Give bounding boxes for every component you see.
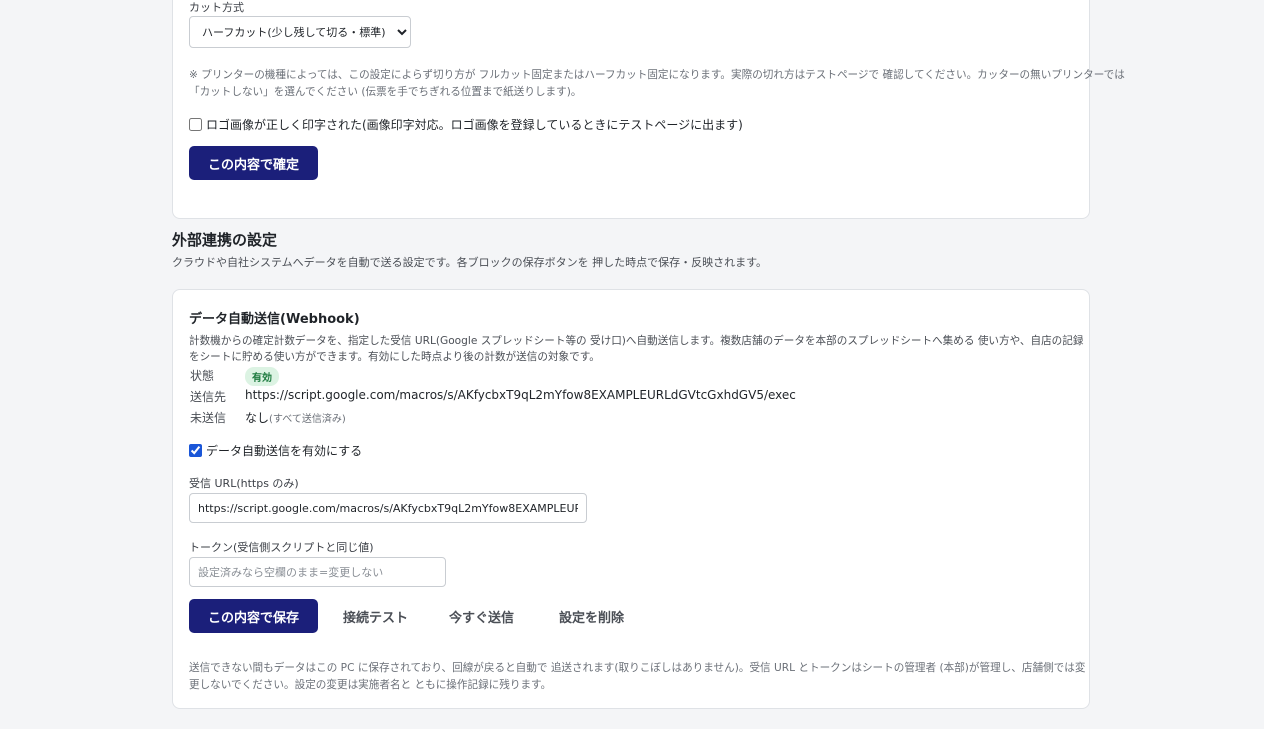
webhook-description-line-2: をシートに貯める使い方ができます。有効にした時点より後の計数が送信の対象です。: [189, 351, 600, 363]
printer-settings-card: カット方式 ハーフカット(少し残して切る・標準) ※ プリンターの機種によっては…: [172, 0, 1125, 219]
webhook-footer-line-2: 更しないでください。設定の変更は実施者名と ともに操作記録に残ります。: [189, 679, 552, 691]
destination-key: 送信先: [190, 390, 227, 404]
enable-webhook-checkbox-row[interactable]: データ自動送信を有効にする: [189, 442, 362, 459]
status-badge: 有効: [245, 367, 279, 386]
external-settings-description: クラウドや自社システムへデータを自動で送る設定です。各ブロックの保存ボタンを 押…: [172, 256, 767, 269]
token-input[interactable]: [189, 557, 446, 587]
cut-method-note: ※ プリンターの機種によっては、この設定によらず切り方が フルカット固定またはハ…: [189, 67, 1125, 101]
logo-printed-checkbox-row[interactable]: ロゴ画像が正しく印字された(画像印字対応。ロゴ画像を登録しているときにテストペー…: [189, 116, 743, 133]
token-label: トークン(受信側スクリプトと同じ値): [189, 541, 374, 554]
confirm-button[interactable]: この内容で確定: [189, 146, 318, 180]
connection-test-button[interactable]: 接続テスト: [343, 599, 408, 633]
unsent-sub: (すべて送信済み): [269, 414, 346, 425]
save-button[interactable]: この内容で保存: [189, 599, 318, 633]
unsent-value: なし: [245, 411, 270, 425]
enable-webhook-checkbox[interactable]: [189, 444, 202, 457]
unsent-key: 未送信: [190, 411, 227, 425]
webhook-footer-note: 送信できない間もデータはこの PC に保存されており、回線が戻ると自動で 追送さ…: [189, 660, 1086, 694]
logo-printed-label: ロゴ画像が正しく印字された(画像印字対応。ロゴ画像を登録しているときにテストペー…: [206, 118, 743, 132]
logo-printed-checkbox[interactable]: [189, 118, 202, 131]
receive-url-input[interactable]: [189, 493, 587, 523]
delete-settings-button[interactable]: 設定を削除: [559, 599, 624, 633]
webhook-description-line-1: 計数機からの確定計数データを、指定した受信 URL(Google スプレッドシー…: [189, 335, 1084, 347]
status-key: 状態: [190, 369, 215, 383]
webhook-footer-line-1: 送信できない間もデータはこの PC に保存されており、回線が戻ると自動で 追送さ…: [189, 662, 1086, 674]
cut-method-note-line-2: 「カットしない」を選んでください (伝票を手でちぎれる位置まで紙送りします)。: [189, 86, 582, 98]
webhook-description: 計数機からの確定計数データを、指定した受信 URL(Google スプレッドシー…: [189, 333, 1084, 365]
cut-method-label: カット方式: [189, 1, 244, 14]
enable-webhook-label: データ自動送信を有効にする: [206, 444, 363, 458]
webhook-card-title: データ自動送信(Webhook): [189, 312, 360, 327]
destination-value: https://script.google.com/macros/s/AKfyc…: [245, 388, 796, 402]
cut-method-note-line-1: ※ プリンターの機種によっては、この設定によらず切り方が フルカット固定またはハ…: [189, 69, 1125, 81]
receive-url-label: 受信 URL(https のみ): [189, 477, 299, 490]
cut-method-select[interactable]: ハーフカット(少し残して切る・標準): [189, 16, 411, 48]
webhook-settings-card: データ自動送信(Webhook) 計数機からの確定計数データを、指定した受信 U…: [172, 289, 1090, 709]
external-settings-title: 外部連携の設定: [172, 231, 278, 249]
send-now-button[interactable]: 今すぐ送信: [449, 599, 514, 633]
unsent-value-row: なし(すべて送信済み): [245, 409, 346, 426]
